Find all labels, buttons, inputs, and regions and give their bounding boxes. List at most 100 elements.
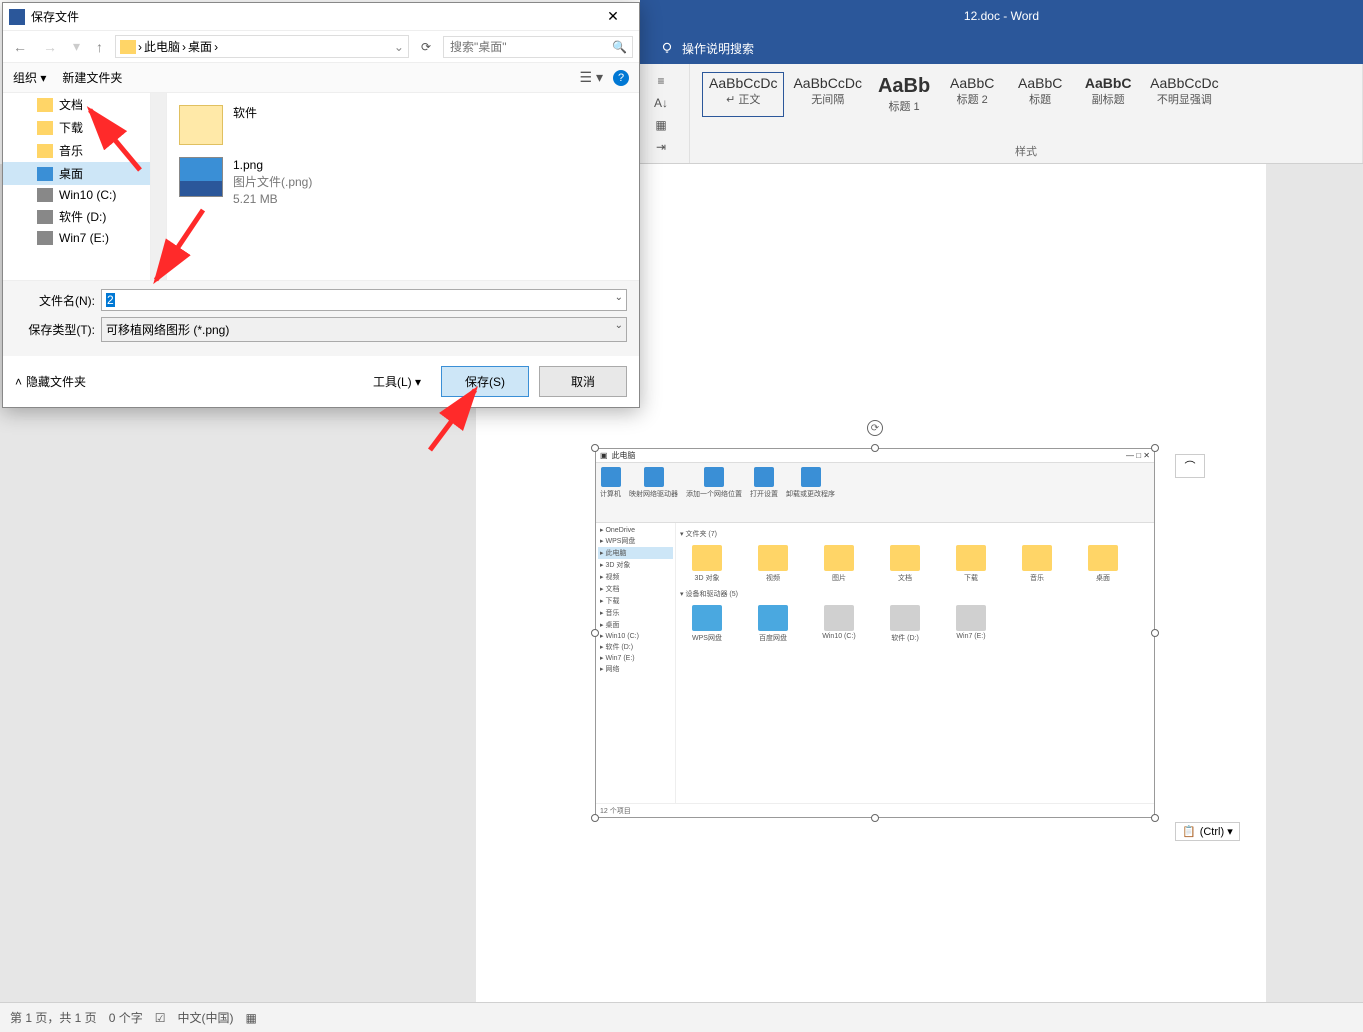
inserted-image[interactable]: ⟳ ▣此电脑— □ ✕ 计算机映射网络驱动器添加一个网络位置打开设置卸载或更改程… (595, 448, 1155, 818)
embedded-screenshot: ▣此电脑— □ ✕ 计算机映射网络驱动器添加一个网络位置打开设置卸载或更改程序 … (595, 448, 1155, 818)
breadcrumb[interactable]: › 此电脑 › 桌面 › ⌄ (115, 35, 409, 58)
cancel-button[interactable]: 取消 (539, 366, 627, 397)
folder-icon (37, 188, 53, 202)
tree-item[interactable]: Win7 (E:) (3, 228, 150, 248)
paste-options-button[interactable]: 📋 (Ctrl) ▾ (1175, 822, 1240, 841)
resize-handle[interactable] (1151, 444, 1159, 452)
tools-button[interactable]: 工具(L) ▾ (373, 373, 421, 390)
dialog-toolbar: 组织 ▾ 新建文件夹 ☰ ▾ ? (3, 63, 639, 93)
emb-section-folders: ▾ 文件夹 (7) (680, 529, 1150, 539)
save-button[interactable]: 保存(S) (441, 366, 529, 397)
clipboard-icon: 📋 (1182, 825, 1196, 838)
status-page[interactable]: 第 1 页，共 1 页 (10, 1009, 97, 1026)
status-lang[interactable]: 中文(中国) (177, 1009, 233, 1026)
tree-item[interactable]: 软件 (D:) (3, 205, 150, 228)
style-option[interactable]: AaBbC标题 2 (939, 72, 1005, 117)
filename-value: 2 (106, 293, 115, 307)
filename-input[interactable]: 2 (101, 289, 627, 311)
view-button[interactable]: ☰ ▾ (580, 69, 603, 86)
chevron-up-icon: ˄ (15, 375, 22, 389)
organize-button[interactable]: 组织 ▾ (13, 69, 46, 86)
forward-button[interactable]: → (39, 37, 61, 57)
folder-icon (37, 231, 53, 245)
close-button[interactable]: ✕ (593, 8, 633, 25)
dialog-buttons: ˄ 隐藏文件夹 工具(L) ▾ 保存(S) 取消 (3, 356, 639, 407)
new-folder-button[interactable]: 新建文件夹 (62, 69, 122, 86)
folder-icon (37, 121, 53, 135)
dialog-titlebar: 保存文件 ✕ (3, 3, 639, 31)
tree-item[interactable]: Win10 (C:) (3, 185, 150, 205)
word-tellme-bar[interactable]: 操作说明搜索 (640, 32, 1363, 64)
word-titlebar: 12.doc - Word (640, 0, 1363, 32)
ribbon-paragraph-group: ≡ A↓ ▦ ⇥ ⌐ (640, 64, 690, 163)
tellme-label: 操作说明搜索 (682, 40, 754, 57)
search-input[interactable] (443, 36, 633, 58)
style-option[interactable]: AaBbCcDc无间隔 (786, 72, 868, 117)
refresh-button[interactable]: ⟳ (417, 38, 435, 56)
image-icon (179, 157, 223, 197)
resize-handle[interactable] (591, 814, 599, 822)
hide-folders-label: 隐藏文件夹 (26, 373, 86, 390)
folder-icon (37, 210, 53, 224)
macro-icon[interactable]: ▦ (245, 1011, 256, 1025)
dialog-body: 文档下载音乐桌面Win10 (C:)软件 (D:)Win7 (E:) 软件1.p… (3, 93, 639, 280)
resize-handle[interactable] (1151, 814, 1159, 822)
indent-icon[interactable]: ⇥ (652, 138, 670, 156)
styles-label: 样式 (698, 143, 1354, 159)
rotate-handle[interactable]: ⟳ (867, 420, 883, 436)
border-icon[interactable]: ▦ (652, 116, 670, 134)
resize-handle[interactable] (591, 444, 599, 452)
styles-gallery: AaBbCcDc↵ 正文AaBbCcDc无间隔AaBb标题 1AaBbC标题 2… (690, 64, 1363, 163)
file-item[interactable]: 软件 (175, 101, 631, 149)
resize-handle[interactable] (1151, 629, 1159, 637)
emb-section-drives: ▾ 设备和驱动器 (5) (680, 589, 1150, 599)
folder-tree[interactable]: 文档下载音乐桌面Win10 (C:)软件 (D:)Win7 (E:) (3, 93, 151, 280)
folder-icon (120, 40, 136, 54)
tree-item[interactable]: 文档 (3, 93, 150, 116)
up-button[interactable]: ↑ (92, 37, 107, 57)
file-list[interactable]: 软件1.png图片文件(.png)5.21 MB (167, 93, 639, 280)
folder-icon (37, 167, 53, 181)
style-option[interactable]: AaBbC副标题 (1075, 72, 1141, 117)
style-option[interactable]: AaBbCcDc↵ 正文 (702, 72, 784, 117)
dialog-nav: ← → ▾ ↑ › 此电脑 › 桌面 › ⌄ ⟳ 🔍 (3, 31, 639, 63)
filename-label: 文件名(N): (15, 292, 95, 309)
folder-icon (37, 98, 53, 112)
hide-folders-link[interactable]: ˄ 隐藏文件夹 (15, 373, 86, 390)
file-item[interactable]: 1.png图片文件(.png)5.21 MB (175, 153, 631, 211)
tree-item[interactable]: 音乐 (3, 139, 150, 162)
sort-icon[interactable]: A↓ (652, 94, 670, 112)
save-file-dialog: 保存文件 ✕ ← → ▾ ↑ › 此电脑 › 桌面 › ⌄ ⟳ 🔍 组织 ▾ 新… (2, 2, 640, 408)
app-icon (9, 9, 25, 25)
back-button[interactable]: ← (9, 37, 31, 57)
search-icon: 🔍 (612, 40, 627, 54)
tree-item[interactable]: 桌面 (3, 162, 150, 185)
word-title-text: 12.doc - Word (964, 9, 1039, 23)
style-option[interactable]: AaBbCcDc不明显强调 (1143, 72, 1225, 117)
breadcrumb-item[interactable]: 桌面 (188, 38, 212, 55)
folder-icon (37, 144, 53, 158)
dialog-title-text: 保存文件 (31, 8, 79, 25)
filetype-label: 保存类型(T): (15, 321, 95, 338)
filetype-value: 可移植网络图形 (*.png) (106, 323, 229, 337)
breadcrumb-item[interactable]: 此电脑 (144, 38, 180, 55)
resize-handle[interactable] (871, 814, 879, 822)
resize-handle[interactable] (591, 629, 599, 637)
lightbulb-icon (660, 41, 674, 55)
spellcheck-icon[interactable]: ☑ (155, 1011, 166, 1025)
status-words[interactable]: 0 个字 (109, 1009, 143, 1026)
layout-options-button[interactable]: ⌒ (1175, 454, 1205, 478)
style-option[interactable]: AaBb标题 1 (871, 72, 937, 117)
word-statusbar: 第 1 页，共 1 页 0 个字 ☑ 中文(中国) ▦ (0, 1002, 1363, 1032)
folder-icon (179, 105, 223, 145)
align-icon[interactable]: ≡ (652, 72, 670, 90)
tree-item[interactable]: 下载 (3, 116, 150, 139)
help-button[interactable]: ? (613, 70, 629, 86)
tree-scrollbar[interactable] (151, 93, 167, 280)
resize-handle[interactable] (871, 444, 879, 452)
style-option[interactable]: AaBbC标题 (1007, 72, 1073, 117)
word-ribbon: ≡ A↓ ▦ ⇥ ⌐ AaBbCcDc↵ 正文AaBbCcDc无间隔AaBb标题… (640, 64, 1363, 164)
recent-button[interactable]: ▾ (69, 36, 84, 57)
filetype-select[interactable]: 可移植网络图形 (*.png) (101, 317, 627, 342)
gray-panel (2, 408, 472, 1002)
